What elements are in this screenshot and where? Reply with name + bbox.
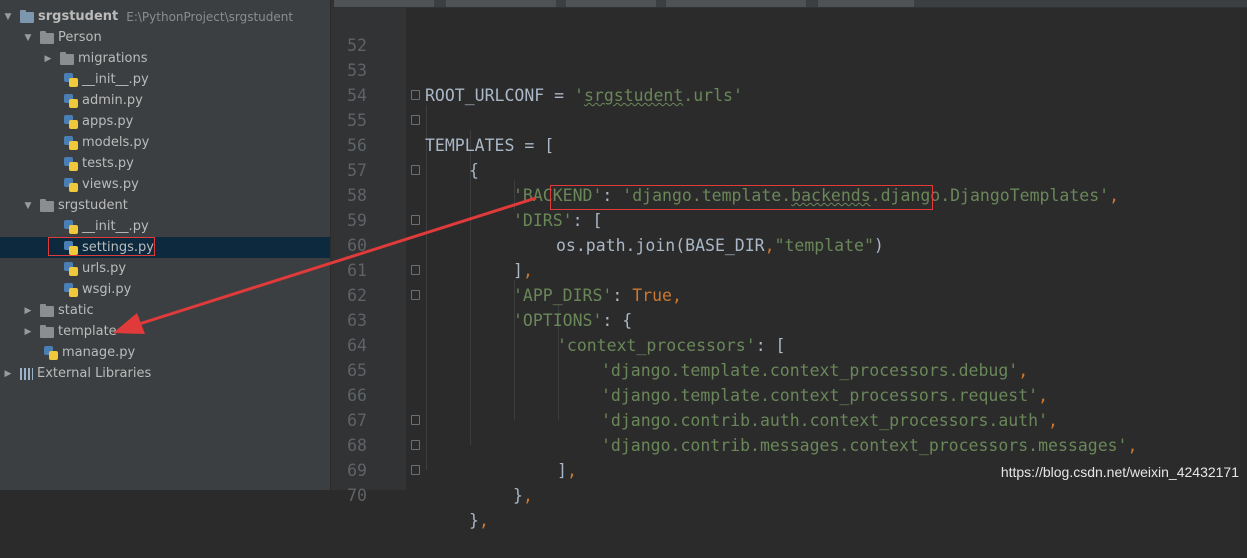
annotation-arrow [113,196,537,334]
code-text: }, [469,511,489,530]
annotation-arrow-head [113,313,145,334]
annotation-arrow-shaft [135,196,537,327]
